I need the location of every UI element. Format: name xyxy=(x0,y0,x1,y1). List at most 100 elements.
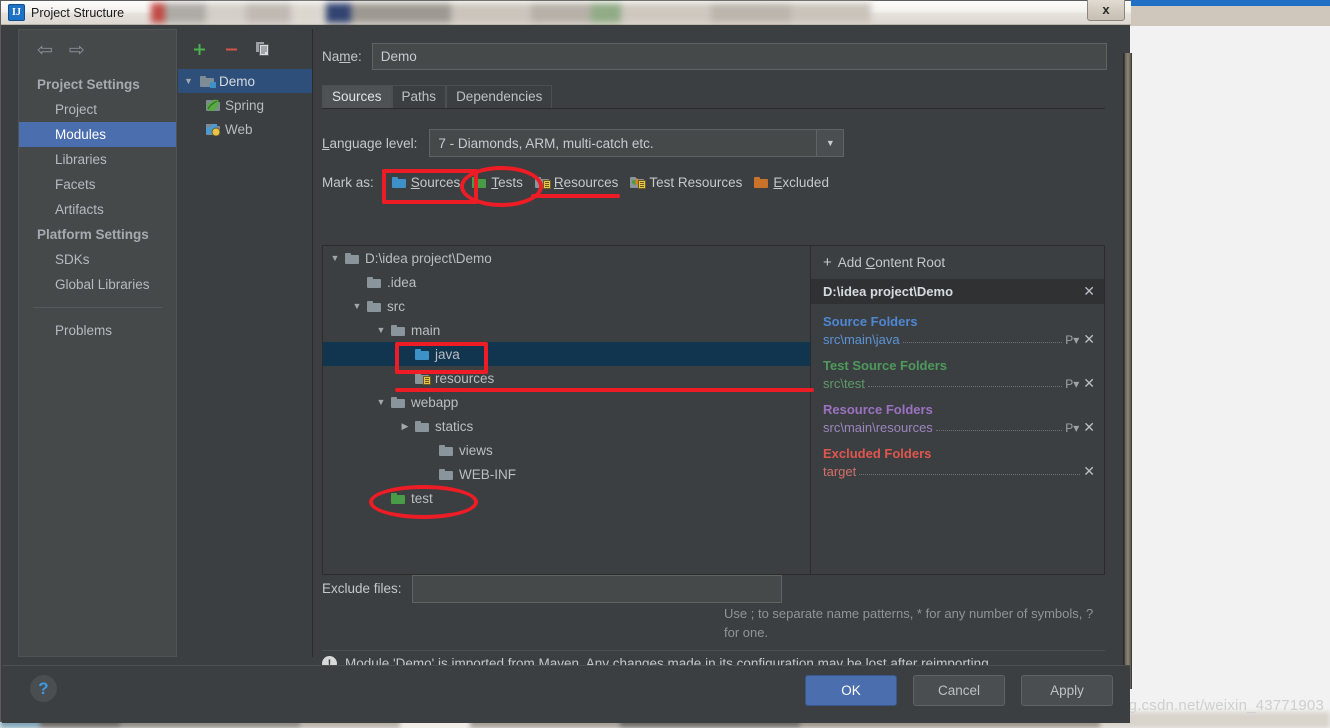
exclude-files-input[interactable] xyxy=(411,575,782,603)
mark-as-excluded-button[interactable]: Excluded xyxy=(748,173,835,192)
sidebar-item-project[interactable]: Project xyxy=(19,97,176,122)
chevron-down-icon[interactable]: ▼ xyxy=(329,253,341,263)
add-module-button[interactable] xyxy=(190,40,208,58)
chevron-down-icon[interactable]: ▼ xyxy=(184,76,195,86)
module-row-web[interactable]: Web xyxy=(178,117,312,141)
remove-content-root-icon[interactable]: ✕ xyxy=(1083,283,1095,300)
folder-gray-icon xyxy=(391,396,405,408)
excluded-folder-row[interactable]: target ✕ xyxy=(823,463,1104,480)
exclude-files-hint: Use ; to separate name patterns, * for a… xyxy=(724,606,1094,640)
help-button[interactable]: ? xyxy=(30,675,57,702)
sidebar-item-modules[interactable]: Modules xyxy=(19,122,176,147)
folder-gray-icon xyxy=(415,420,429,432)
module-row-demo[interactable]: ▼ Demo xyxy=(178,69,312,93)
note-divider xyxy=(322,650,1105,651)
excluded-folders-group: Excluded Folders target ✕ xyxy=(811,446,1104,480)
package-prefix-icon[interactable]: P▾ xyxy=(1065,421,1079,435)
exclude-files-label: Exclude files: xyxy=(322,581,402,596)
tree-node-src[interactable]: ▼ src xyxy=(323,294,810,318)
source-folder-row[interactable]: src\main\java P▾ ✕ xyxy=(823,331,1104,348)
chevron-right-icon[interactable]: ▶ xyxy=(399,421,411,432)
test-source-folder-row[interactable]: src\test P▾ ✕ xyxy=(823,375,1104,392)
mark-as-excluded-label: Excluded xyxy=(773,175,829,190)
dialog-body: ⇦ ⇨ Project Settings Project Modules Lib… xyxy=(2,25,1132,689)
tree-node-statics[interactable]: ▶ statics xyxy=(323,414,810,438)
excluded-folders-title: Excluded Folders xyxy=(823,446,932,461)
tree-node-label: webapp xyxy=(411,394,459,410)
ok-button[interactable]: OK xyxy=(805,675,897,706)
mark-as-test-resources-button[interactable]: Test Resources xyxy=(624,173,748,192)
remove-source-folder-icon[interactable]: ✕ xyxy=(1083,331,1095,348)
add-content-root-button[interactable]: + Add Content Root xyxy=(811,246,1104,279)
tree-node-web-inf[interactable]: WEB-INF xyxy=(323,462,810,486)
apply-button[interactable]: Apply xyxy=(1021,675,1113,706)
tab-paths[interactable]: Paths xyxy=(391,85,447,108)
intellij-idea-icon: IJ xyxy=(8,4,25,21)
cancel-button[interactable]: Cancel xyxy=(913,675,1005,706)
content-roots-area: ▼ D:\idea project\Demo .idea ▼ src ▼ mai… xyxy=(322,245,1105,575)
folder-gray-icon xyxy=(345,252,359,264)
plus-icon: + xyxy=(823,254,832,271)
source-folders-title: Source Folders xyxy=(823,314,918,329)
mark-as-sources-button[interactable]: Sources xyxy=(386,173,467,192)
tree-node-idea[interactable]: .idea xyxy=(323,270,810,294)
tree-node-label: src xyxy=(387,298,405,314)
annotation-underline-resources xyxy=(530,194,621,198)
sidebar-item-global-libraries[interactable]: Global Libraries xyxy=(19,272,176,297)
content-tree: ▼ D:\idea project\Demo .idea ▼ src ▼ mai… xyxy=(323,246,810,574)
remove-resource-folder-icon[interactable]: ✕ xyxy=(1083,419,1095,436)
sidebar-item-artifacts[interactable]: Artifacts xyxy=(19,197,176,222)
tree-node-test[interactable]: test xyxy=(323,486,810,510)
name-input[interactable]: Demo xyxy=(371,43,1107,70)
back-arrow-icon[interactable]: ⇦ xyxy=(37,41,53,60)
test-source-folder-path: src\test xyxy=(823,376,865,391)
resource-folder-row[interactable]: src\main\resources P▾ ✕ xyxy=(823,419,1104,436)
sidebar-item-sdks[interactable]: SDKs xyxy=(19,247,176,272)
copy-module-icon[interactable] xyxy=(254,40,272,58)
tree-node-views[interactable]: views xyxy=(323,438,810,462)
chevron-down-icon[interactable]: ▼ xyxy=(351,301,363,311)
remove-excluded-folder-icon[interactable]: ✕ xyxy=(1083,463,1095,480)
scrollbar-thumb[interactable] xyxy=(1125,53,1131,689)
row-dots xyxy=(902,332,1063,343)
language-level-row: Language level: 7 - Diamonds, ARM, multi… xyxy=(313,109,1123,157)
mark-as-resources-button[interactable]: Resources xyxy=(529,173,625,192)
modules-tree: ▼ Demo Spring Web xyxy=(178,69,312,141)
tab-dependencies[interactable]: Dependencies xyxy=(446,85,553,108)
tree-node-label: views xyxy=(459,442,493,458)
title-bar-background-blur xyxy=(151,3,871,23)
chevron-down-icon[interactable]: ▼ xyxy=(375,325,387,335)
mark-as-tests-button[interactable]: Tests xyxy=(466,173,529,192)
module-label: Web xyxy=(225,121,253,137)
language-level-select[interactable]: 7 - Diamonds, ARM, multi-catch etc. ▼ xyxy=(429,129,845,157)
tree-node-webapp[interactable]: ▼ webapp xyxy=(323,390,810,414)
close-icon[interactable]: x xyxy=(1087,0,1125,21)
add-content-root-label: Add Content Root xyxy=(837,255,946,270)
right-edge-scrollbar[interactable] xyxy=(1123,53,1132,689)
tree-node-java[interactable]: java xyxy=(323,342,810,366)
tree-node-resources[interactable]: resources xyxy=(323,366,810,390)
package-prefix-icon[interactable]: P▾ xyxy=(1065,333,1079,347)
sidebar-item-problems[interactable]: Problems xyxy=(19,318,176,343)
tree-node-main[interactable]: ▼ main xyxy=(323,318,810,342)
mark-as-label: Mark as: xyxy=(322,175,374,190)
forward-arrow-icon[interactable]: ⇨ xyxy=(69,41,85,60)
package-prefix-icon[interactable]: P▾ xyxy=(1065,377,1079,391)
chevron-down-icon[interactable]: ▼ xyxy=(816,130,844,156)
chevron-down-icon[interactable]: ▼ xyxy=(375,397,387,407)
sidebar-group-project-settings: Project Settings xyxy=(37,77,140,92)
test-source-folders-title: Test Source Folders xyxy=(823,358,948,373)
window-title: Project Structure xyxy=(31,5,125,20)
module-settings-panel: Name: Demo Sources Paths Dependencies La… xyxy=(313,29,1123,671)
tab-sources[interactable]: Sources xyxy=(322,85,392,108)
remove-test-source-folder-icon[interactable]: ✕ xyxy=(1083,375,1095,392)
tree-node-project-root[interactable]: ▼ D:\idea project\Demo xyxy=(323,246,810,270)
folder-gray-icon xyxy=(439,468,453,480)
resource-folders-group: Resource Folders src\main\resources P▾ ✕ xyxy=(811,402,1104,436)
remove-module-button[interactable] xyxy=(222,40,240,58)
module-row-spring[interactable]: Spring xyxy=(178,93,312,117)
excluded-folder-path: target xyxy=(823,464,857,479)
sidebar-item-libraries[interactable]: Libraries xyxy=(19,147,176,172)
mark-as-tests-label: Tests xyxy=(491,175,523,190)
sidebar-item-facets[interactable]: Facets xyxy=(19,172,176,197)
